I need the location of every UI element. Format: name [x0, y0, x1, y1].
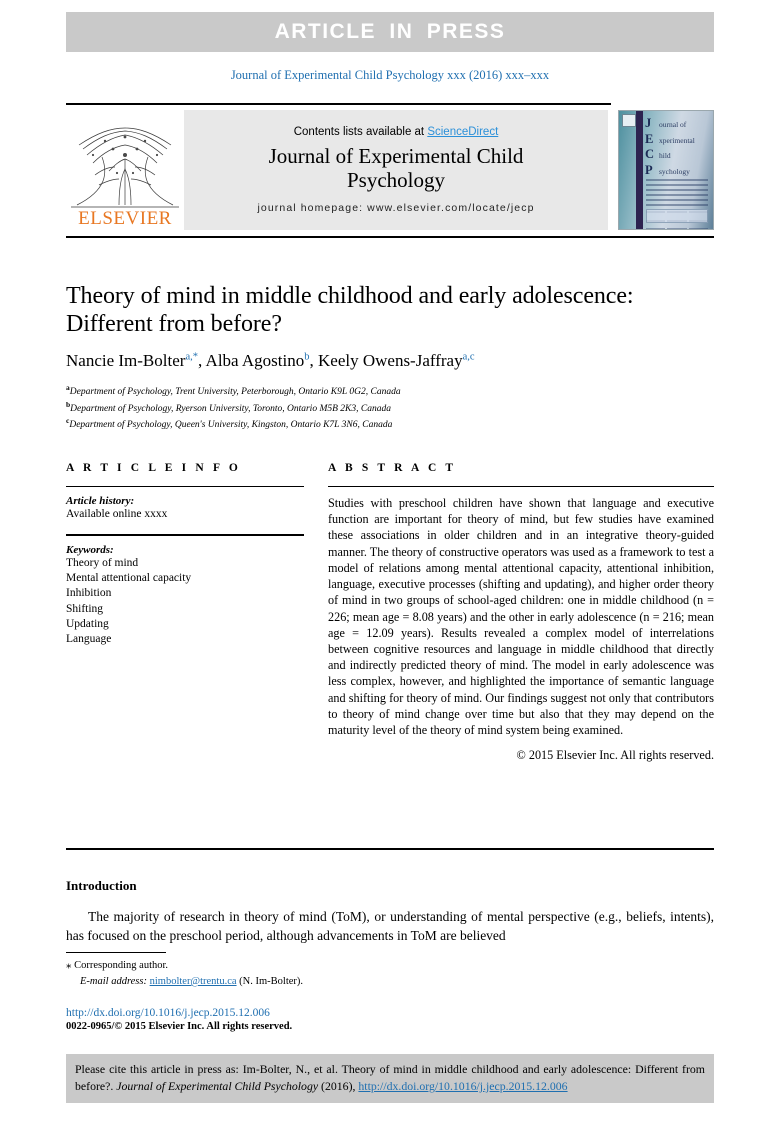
cover-word-child: hild [659, 151, 671, 160]
cover-word-psychology: sychology [659, 166, 690, 176]
journal-title-line1: Journal of Experimental Child [268, 144, 524, 169]
elsevier-tree-icon [69, 125, 181, 209]
info-abstract-region: A R T I C L E I N F O Article history: A… [66, 462, 714, 763]
article-history-label: Article history: [66, 495, 135, 507]
journal-masthead: ELSEVIER Contents lists available at Sci… [66, 103, 714, 238]
introduction-rule [66, 848, 714, 850]
keywords-rule [66, 534, 304, 536]
elsevier-wordmark: ELSEVIER [78, 208, 172, 229]
article-history-value: Available online xxxx [66, 508, 168, 520]
affiliation-line: cDepartment of Psychology, Queen's Unive… [66, 416, 714, 433]
article-info-heading: A R T I C L E I N F O [66, 462, 241, 474]
affiliation-line: aDepartment of Psychology, Trent Univers… [66, 383, 714, 400]
issn-copyright-line: 0022-0965/© 2015 Elsevier Inc. All right… [66, 1021, 293, 1032]
author-list: Nancie Im-Boltera,*, Alba Agostinob, Kee… [66, 350, 475, 370]
masthead-bottom-rule [66, 236, 714, 238]
affiliation-line: bDepartment of Psychology, Ryerson Unive… [66, 400, 714, 417]
contents-available-line: Contents lists available at ScienceDirec… [294, 126, 499, 138]
email-label: E-mail address: [80, 975, 147, 987]
introduction-paragraph: The majority of research in theory of mi… [66, 909, 714, 943]
email-owner: (N. Im-Bolter). [239, 975, 304, 987]
abstract-column: A B S T R A C T Studies with preschool c… [328, 462, 714, 763]
journal-title-line2: Psychology [346, 168, 445, 192]
footnote-block: ⁎ Corresponding author. E-mail address: … [66, 952, 486, 989]
author-affil-mark[interactable]: b [304, 351, 309, 362]
cite-journal-name: Journal of Experimental Child Psychology [116, 1078, 319, 1093]
journal-cover-thumbnail[interactable]: JECP ournal of xperimental hild sycholog… [618, 110, 714, 230]
corresponding-author-text: Corresponding author. [74, 960, 169, 971]
masthead-top-rule [66, 103, 611, 105]
journal-homepage-line[interactable]: journal homepage: www.elsevier.com/locat… [257, 202, 534, 214]
cover-stripe [636, 111, 643, 229]
author-affil-mark[interactable]: a,* [185, 351, 198, 362]
footnote-rule [66, 952, 166, 953]
article-in-press-label: ARTICLE IN PRESS [274, 20, 506, 43]
keyword-item: Language [66, 632, 112, 645]
doi-block: http://dx.doi.org/10.1016/j.jecp.2015.12… [66, 1007, 486, 1032]
keywords-list: Theory of mind Mental attentional capaci… [66, 556, 304, 647]
cover-word-experimental: xperimental [659, 135, 695, 145]
running-head: Journal of Experimental Child Psychology… [230, 68, 550, 82]
cite-doi-link[interactable]: http://dx.doi.org/10.1016/j.jecp.2015.12… [358, 1079, 567, 1093]
introduction-section: Introduction The majority of research in… [66, 878, 714, 945]
abstract-text: Studies with preschool children have sho… [328, 496, 714, 738]
elsevier-logo: ELSEVIER [66, 110, 184, 230]
abstract-copyright: © 2015 Elsevier Inc. All rights reserved… [516, 748, 714, 763]
keywords-label: Keywords: [66, 544, 114, 556]
cover-corner-box-icon [622, 114, 636, 127]
cover-journal-words: ournal of xperimental hild sychology [659, 117, 695, 179]
email-link[interactable]: nimbolter@trentu.ca [150, 976, 237, 987]
masthead-center: Contents lists available at ScienceDirec… [184, 110, 608, 230]
cover-text-lines [646, 179, 708, 209]
doi-link[interactable]: http://dx.doi.org/10.1016/j.jecp.2015.12… [66, 1007, 486, 1019]
keyword-item: Shifting [66, 602, 104, 615]
title-block: Theory of mind in middle childhood and e… [66, 282, 714, 433]
contents-prefix: Contents lists available at [293, 126, 428, 139]
email-line: E-mail address: nimbolter@trentu.ca (N. … [66, 974, 486, 989]
journal-title: Journal of Experimental Child Psychology [269, 145, 524, 192]
abstract-heading: A B S T R A C T [328, 462, 457, 474]
article-info-rule [66, 486, 304, 487]
keyword-item: Mental attentional capacity [66, 572, 192, 585]
cover-word-journal: ournal of [659, 120, 687, 129]
affiliation-text: Department of Psychology, Trent Universi… [69, 386, 401, 397]
keyword-item: Updating [66, 617, 109, 630]
corresponding-author-mark: ⁎ [66, 959, 72, 971]
introduction-heading: Introduction [66, 878, 137, 893]
article-page: ARTICLE IN PRESS Journal of Experimental… [0, 0, 780, 1134]
author-name: Keely Owens-Jaffray [318, 350, 463, 370]
article-in-press-banner: ARTICLE IN PRESS [66, 12, 714, 52]
corresponding-author-line: ⁎ Corresponding author. [66, 958, 486, 974]
abstract-rule [328, 486, 714, 487]
keyword-item: Theory of mind [66, 557, 139, 569]
affiliation-text: Department of Psychology, Ryerson Univer… [70, 403, 391, 414]
affiliation-text: Department of Psychology, Queen's Univer… [69, 420, 393, 431]
cover-footer-band [646, 209, 708, 223]
cite-this-article-box: Please cite this article in press as: Im… [66, 1054, 714, 1103]
cite-year: (2016), [318, 1078, 359, 1093]
page-title: Theory of mind in middle childhood and e… [66, 283, 634, 338]
author-affil-mark[interactable]: a,c [463, 351, 475, 362]
article-info-column: A R T I C L E I N F O Article history: A… [66, 462, 304, 763]
keyword-item: Inhibition [66, 587, 112, 600]
cover-jecp-letters: JECP [645, 116, 655, 177]
author-name: Alba Agostino [205, 350, 305, 370]
cite-text: Please cite this article in press as: Im… [75, 1061, 705, 1095]
author-name: Nancie Im-Bolter [66, 350, 186, 370]
sciencedirect-link[interactable]: ScienceDirect [427, 126, 498, 138]
